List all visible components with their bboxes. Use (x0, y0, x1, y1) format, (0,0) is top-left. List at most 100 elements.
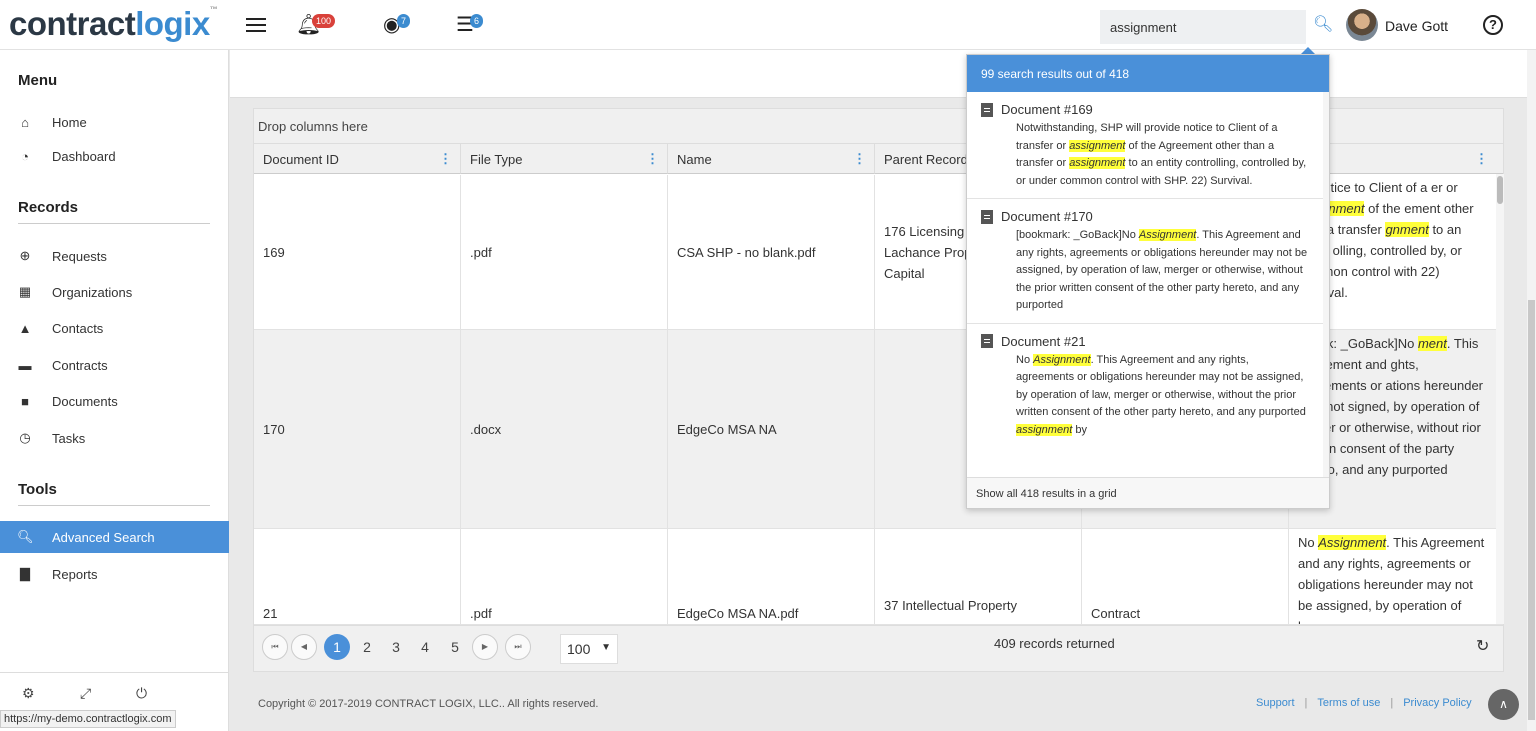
notifications-button[interactable]: 🔔︎ 100 (296, 12, 336, 38)
page-size-select[interactable]: 100 ▼ (560, 634, 618, 664)
search-highlight: ment (1417, 336, 1447, 351)
global-search-input[interactable] (1100, 10, 1306, 44)
tools-section-title: Tools (18, 481, 57, 498)
privacy-link[interactable]: Privacy Policy (1403, 697, 1471, 709)
page-scrollbar[interactable] (1527, 50, 1536, 731)
search-icon[interactable]: 🔍︎ (1313, 14, 1333, 34)
document-icon (981, 334, 993, 348)
cell-document-id: 169 (254, 175, 461, 329)
fullscreen-icon[interactable]: ⤢ (80, 685, 91, 702)
cell-name: CSA SHP - no blank.pdf (668, 175, 875, 329)
help-icon[interactable]: ? (1483, 15, 1503, 35)
table-row[interactable]: 21 .pdf EdgeCo MSA NA.pdf 37 Intellectua… (254, 529, 1503, 625)
avatar[interactable] (1346, 9, 1378, 41)
sidebar-item-contracts[interactable]: ▬ Contracts (0, 349, 229, 381)
dropdown-arrow-icon: ▼ (601, 642, 611, 653)
sidebar-item-dashboard[interactable]: ◔ Dashboard (0, 140, 229, 172)
next-page-icon[interactable]: ▶ (472, 634, 498, 660)
sidebar-item-tasks[interactable]: ◷ Tasks (0, 422, 229, 454)
app-logo[interactable]: contractlogix™ (9, 5, 218, 43)
column-header-file-type[interactable]: File Type ⋮ (461, 144, 668, 174)
copyright: Copyright © 2017-2019 CONTRACT LOGIX, LL… (258, 698, 599, 710)
content-header (230, 50, 1536, 98)
sidebar-item-label: Organizations (52, 284, 133, 300)
cell-record-type: Contract (1082, 529, 1289, 624)
column-menu-icon[interactable]: ⋮ (646, 151, 659, 167)
power-icon[interactable]: ⏻ (136, 685, 147, 702)
cell-file-type: .pdf (461, 175, 668, 329)
cell-parent-record[interactable]: 37 Intellectual Property (875, 529, 1082, 624)
column-menu-icon[interactable]: ⋮ (1475, 151, 1488, 167)
sidebar-item-contacts[interactable]: ▲ Contacts (0, 312, 229, 344)
grid-scrollbar[interactable] (1496, 174, 1504, 624)
search-result-item[interactable]: Document #170 [bookmark: _GoBack]No Assi… (967, 199, 1323, 324)
divider (18, 505, 210, 506)
cell-contents: No Assignment. This Agreement and any ri… (1289, 529, 1497, 624)
prev-page-icon[interactable]: ◀ (291, 634, 317, 660)
settings-icon[interactable]: ⚙ (22, 685, 35, 702)
page-number[interactable]: 3 (383, 634, 409, 660)
search-icon: 🔍︎ (17, 529, 34, 544)
user-name[interactable]: Dave Gott (1385, 18, 1448, 34)
search-results-list: Document #169 Notwithstanding, SHP will … (967, 92, 1323, 477)
status-url: https://my-demo.contractlogix.com (0, 710, 176, 728)
sidebar-item-documents[interactable]: ■ Documents (0, 385, 229, 417)
show-all-results-link[interactable]: Show all 418 results in a grid (967, 477, 1329, 508)
scroll-to-top-icon[interactable]: ∧ (1488, 689, 1519, 720)
column-header-document-id[interactable]: Document ID ⋮ (254, 144, 461, 174)
first-page-icon[interactable]: ⏮ (262, 634, 288, 660)
sidebar-item-label: Requests (52, 248, 107, 264)
page-number[interactable]: 2 (354, 634, 380, 660)
pager: ⏮ ◀ 1 2 3 4 5 ▶ ⏭ 100 ▼ 409 records retu… (254, 625, 1503, 671)
top-bar: contractlogix™ 🔔︎ 100 ◉ 7 ☰ 6 🔍︎ Dave Go… (0, 0, 1536, 50)
footer-links: Support | Terms of use | Privacy Policy (1256, 697, 1472, 709)
page-number[interactable]: 1 (324, 634, 350, 660)
page-number[interactable]: 5 (442, 634, 468, 660)
page-number[interactable]: 4 (412, 634, 438, 660)
watch-button[interactable]: ◉ 7 (383, 12, 419, 38)
divider (18, 223, 210, 224)
hamburger-menu-icon[interactable] (246, 18, 266, 32)
circle-arrow-icon: ⊕ (19, 248, 31, 263)
search-result-item[interactable]: Document #169 Notwithstanding, SHP will … (967, 92, 1323, 199)
sidebar-item-home[interactable]: ⌂ Home (0, 106, 229, 138)
sidebar-item-reports[interactable]: ▇ Reports (0, 558, 229, 590)
search-results-popup: 99 search results out of 418 Document #1… (966, 54, 1330, 509)
bar-chart-icon: ▇ (20, 566, 30, 581)
column-menu-icon[interactable]: ⋮ (853, 151, 866, 167)
pie-chart-icon: ◔ (21, 148, 29, 164)
cell-name: EdgeCo MSA NA (668, 330, 875, 528)
sidebar-item-label: Contracts (52, 357, 108, 373)
sidebar-footer: ⚙ ⤢ ⏻ (0, 672, 229, 712)
records-count: 409 records returned (994, 636, 1115, 651)
folder-icon: ▬ (18, 357, 32, 373)
refresh-icon[interactable]: ↻ (1476, 636, 1489, 656)
tasks-button[interactable]: ☰ 6 (456, 12, 492, 38)
result-snippet: Notwithstanding, SHP will provide notice… (1016, 122, 1307, 187)
cell-document-id: 170 (254, 330, 461, 528)
watch-badge: 7 (397, 14, 411, 28)
menu-section-title: Menu (18, 72, 58, 89)
search-result-item[interactable]: Document #21 No Assignment. This Agreeme… (967, 324, 1323, 448)
result-snippet: No Assignment. This Agreement and any ri… (1016, 353, 1306, 436)
sidebar-item-advanced-search[interactable]: 🔍︎ Advanced Search (0, 521, 229, 553)
column-menu-icon[interactable]: ⋮ (439, 151, 452, 167)
user-icon: ▲ (18, 320, 32, 336)
sidebar-item-label: Dashboard (52, 148, 116, 164)
sidebar-item-label: Tasks (52, 430, 86, 446)
sidebar-item-organizations[interactable]: ▦ Organizations (0, 276, 229, 308)
terms-link[interactable]: Terms of use (1317, 697, 1380, 709)
sidebar-item-requests[interactable]: ⊕ Requests (0, 240, 229, 272)
sidebar-item-label: Documents (52, 393, 118, 409)
sidebar: Menu ⌂ Home ◔ Dashboard Records ⊕ Reques… (0, 50, 229, 731)
column-header-name[interactable]: Name ⋮ (668, 144, 875, 174)
popup-scrollbar[interactable] (1323, 92, 1329, 477)
result-snippet: [bookmark: _GoBack]No Assignment. This A… (1016, 229, 1308, 311)
last-page-icon[interactable]: ⏭ (505, 634, 531, 660)
home-icon: ⌂ (21, 114, 29, 130)
sidebar-item-label: Reports (52, 566, 98, 582)
support-link[interactable]: Support (1256, 697, 1295, 709)
notifications-badge: 100 (312, 14, 336, 28)
document-icon (981, 102, 993, 117)
file-icon: ■ (21, 393, 29, 409)
